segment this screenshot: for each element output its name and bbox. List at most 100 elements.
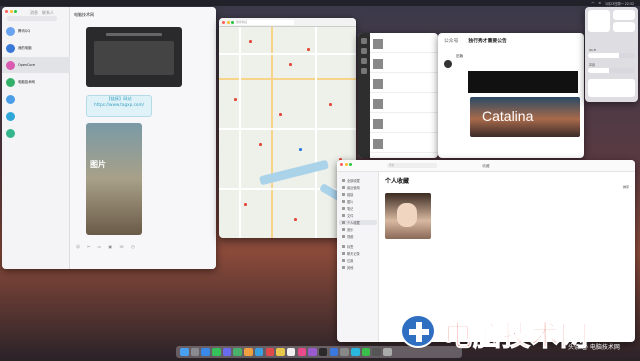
app-sidebar <box>358 33 370 158</box>
map-marker[interactable] <box>289 63 292 66</box>
notes-icon[interactable] <box>276 347 285 357</box>
network-tile[interactable] <box>588 10 610 32</box>
current-location-marker[interactable] <box>299 148 302 151</box>
sidebar-item[interactable]: 笔记 <box>342 206 353 211</box>
sidebar-item-favorites[interactable]: 个人收藏 <box>339 220 377 225</box>
display-slider[interactable] <box>588 53 635 58</box>
map-marker[interactable] <box>307 48 310 51</box>
map-search-input[interactable]: 搜索地点 <box>234 20 294 25</box>
app-store-icon[interactable] <box>329 347 339 357</box>
slider-fill <box>588 53 619 58</box>
qq-icon[interactable] <box>351 347 360 357</box>
now-playing-tile[interactable] <box>588 79 635 97</box>
maps-icon[interactable] <box>233 347 242 357</box>
minimize-button[interactable] <box>9 10 13 13</box>
scissors-icon[interactable]: ✂ <box>87 244 90 249</box>
folder-icon[interactable]: ▭ <box>98 244 102 249</box>
image-message[interactable]: 图片 <box>86 123 142 235</box>
sidebar-item[interactable]: 音乐 <box>342 227 353 232</box>
sidebar-item[interactable]: 最近使用 <box>342 185 360 190</box>
image-icon[interactable]: ▣ <box>108 244 112 249</box>
link-icon <box>342 193 345 196</box>
list-item[interactable] <box>2 108 70 124</box>
map-marker[interactable] <box>259 143 262 146</box>
settings-icon[interactable] <box>340 347 349 357</box>
phone-icon[interactable]: ☏ <box>119 244 124 249</box>
map-marker[interactable] <box>294 218 297 221</box>
tv-icon[interactable] <box>318 347 328 357</box>
control-center-icon[interactable]: ≡ <box>598 1 601 5</box>
sidebar-item[interactable]: 其他 <box>342 265 353 270</box>
list-item[interactable] <box>370 135 438 153</box>
list-item[interactable] <box>370 115 438 133</box>
facetime-icon[interactable] <box>254 347 264 357</box>
messages-icon[interactable] <box>212 347 221 357</box>
emoji-icon[interactable]: ☺ <box>76 244 80 249</box>
zoom-button[interactable] <box>14 10 17 13</box>
reminders-icon[interactable] <box>286 347 296 357</box>
sidebar-item[interactable]: 图片 <box>342 199 353 204</box>
page-title: 个人收藏 <box>385 178 410 185</box>
article-title: 独行秀才重要公告 <box>468 39 507 44</box>
link-url[interactable]: https://www.tagxp.com/ <box>87 102 151 108</box>
list-item[interactable] <box>370 35 438 53</box>
history-icon[interactable]: ◷ <box>131 244 135 249</box>
sidebar-item[interactable]: 聊天记录 <box>342 251 360 256</box>
avatar[interactable] <box>444 60 452 68</box>
calendar-icon[interactable] <box>265 347 274 357</box>
map-marker[interactable] <box>234 98 237 101</box>
sidebar-item[interactable]: 标签 <box>342 244 353 249</box>
mail-icon[interactable] <box>222 347 232 357</box>
close-button[interactable] <box>5 10 8 13</box>
chat-icon[interactable] <box>361 38 367 44</box>
list-item[interactable] <box>370 55 438 73</box>
wechat-icon[interactable] <box>361 347 371 357</box>
search-input[interactable] <box>7 16 57 21</box>
map-marker[interactable] <box>249 40 252 43</box>
photos-icon[interactable] <box>244 347 253 357</box>
close-button[interactable] <box>222 21 225 24</box>
account-label[interactable]: 公众号 <box>444 37 458 44</box>
list-item[interactable] <box>370 75 438 93</box>
sidebar-item[interactable]: 全部收藏 <box>342 178 360 183</box>
list-item[interactable] <box>370 95 438 113</box>
favorite-image-card[interactable] <box>385 193 431 239</box>
sidebar-item[interactable]: 视频 <box>342 234 353 239</box>
launchpad-icon[interactable] <box>190 347 200 357</box>
terminal-icon[interactable] <box>372 347 381 357</box>
video-message[interactable] <box>86 27 182 87</box>
favorites-icon[interactable] <box>361 58 367 64</box>
map-window[interactable]: 搜索地点 <box>219 18 356 238</box>
podcasts-icon[interactable] <box>308 347 317 357</box>
sort-dropdown[interactable]: 排序 <box>623 185 629 189</box>
list-item[interactable] <box>2 125 70 141</box>
finder-icon[interactable] <box>180 347 189 357</box>
minimize-button[interactable] <box>226 21 230 24</box>
sound-label: 声音 <box>589 63 596 67</box>
list-item[interactable]: 电脑技术网 <box>2 74 70 90</box>
keyboard-brightness-tile[interactable] <box>613 22 635 32</box>
sidebar-item[interactable]: 文件 <box>342 213 353 218</box>
sidebar-item[interactable]: 链接 <box>342 192 353 197</box>
contacts-icon[interactable] <box>361 48 367 54</box>
sound-slider[interactable] <box>588 68 635 73</box>
menubar-clock[interactable]: 1月23日周一 22:32 <box>605 1 634 6</box>
sidebar-item[interactable]: 位置 <box>342 258 353 263</box>
wifi-icon[interactable]: ◠ <box>591 1 594 5</box>
list-item[interactable] <box>2 91 70 107</box>
link-message[interactable]: 【链接】网站 https://www.tagxp.com/ <box>86 95 152 117</box>
do-not-disturb-tile[interactable] <box>613 10 635 20</box>
favorites-toolbar: 搜索 收藏 <box>337 160 635 172</box>
trash-icon[interactable] <box>383 347 392 357</box>
map-marker[interactable] <box>329 103 332 106</box>
files-icon[interactable] <box>361 68 367 74</box>
star-icon <box>342 221 345 224</box>
list-item[interactable]: 我的电脑 <box>2 40 70 56</box>
list-item[interactable]: 腾讯QQ <box>2 23 70 39</box>
safari-icon[interactable] <box>201 347 210 357</box>
list-item[interactable]: OpenCore <box>2 57 70 73</box>
image-caption: 图片 <box>90 160 106 169</box>
map-marker[interactable] <box>279 113 282 116</box>
map-marker[interactable] <box>244 203 247 206</box>
music-icon[interactable] <box>297 347 307 357</box>
